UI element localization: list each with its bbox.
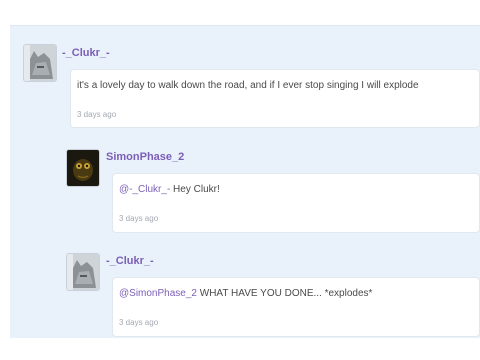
comment-text: it's a lovely day to walk down the road,…: [77, 80, 419, 91]
comment-username[interactable]: -_Clukr_-: [106, 255, 154, 267]
creature-avatar-icon: [67, 150, 99, 186]
comment-bubble: @-_Clukr_- Hey Clukr! 3 days ago: [112, 173, 480, 233]
comment-username[interactable]: -_Clukr_-: [62, 47, 110, 59]
avatar[interactable]: [67, 150, 99, 186]
mention-link[interactable]: @-_Clukr_-: [119, 184, 170, 195]
comment-timestamp: 3 days ago: [119, 214, 159, 223]
cat-avatar-icon: [24, 45, 56, 81]
comment-bubble: it's a lovely day to walk down the road,…: [70, 69, 480, 128]
mention-link[interactable]: @SimonPhase_2: [119, 288, 197, 299]
comment-text: @SimonPhase_2 WHAT HAVE YOU DONE... *exp…: [119, 288, 373, 299]
comment-username[interactable]: SimonPhase_2: [106, 151, 184, 163]
comment-text: @-_Clukr_- Hey Clukr!: [119, 184, 220, 195]
avatar[interactable]: [24, 45, 56, 81]
comment-timestamp: 3 days ago: [77, 110, 117, 119]
comment-bubble: @SimonPhase_2 WHAT HAVE YOU DONE... *exp…: [112, 277, 480, 337]
cat-avatar-icon: [67, 254, 99, 290]
comment-timestamp: 3 days ago: [119, 318, 159, 327]
avatar[interactable]: [67, 254, 99, 290]
